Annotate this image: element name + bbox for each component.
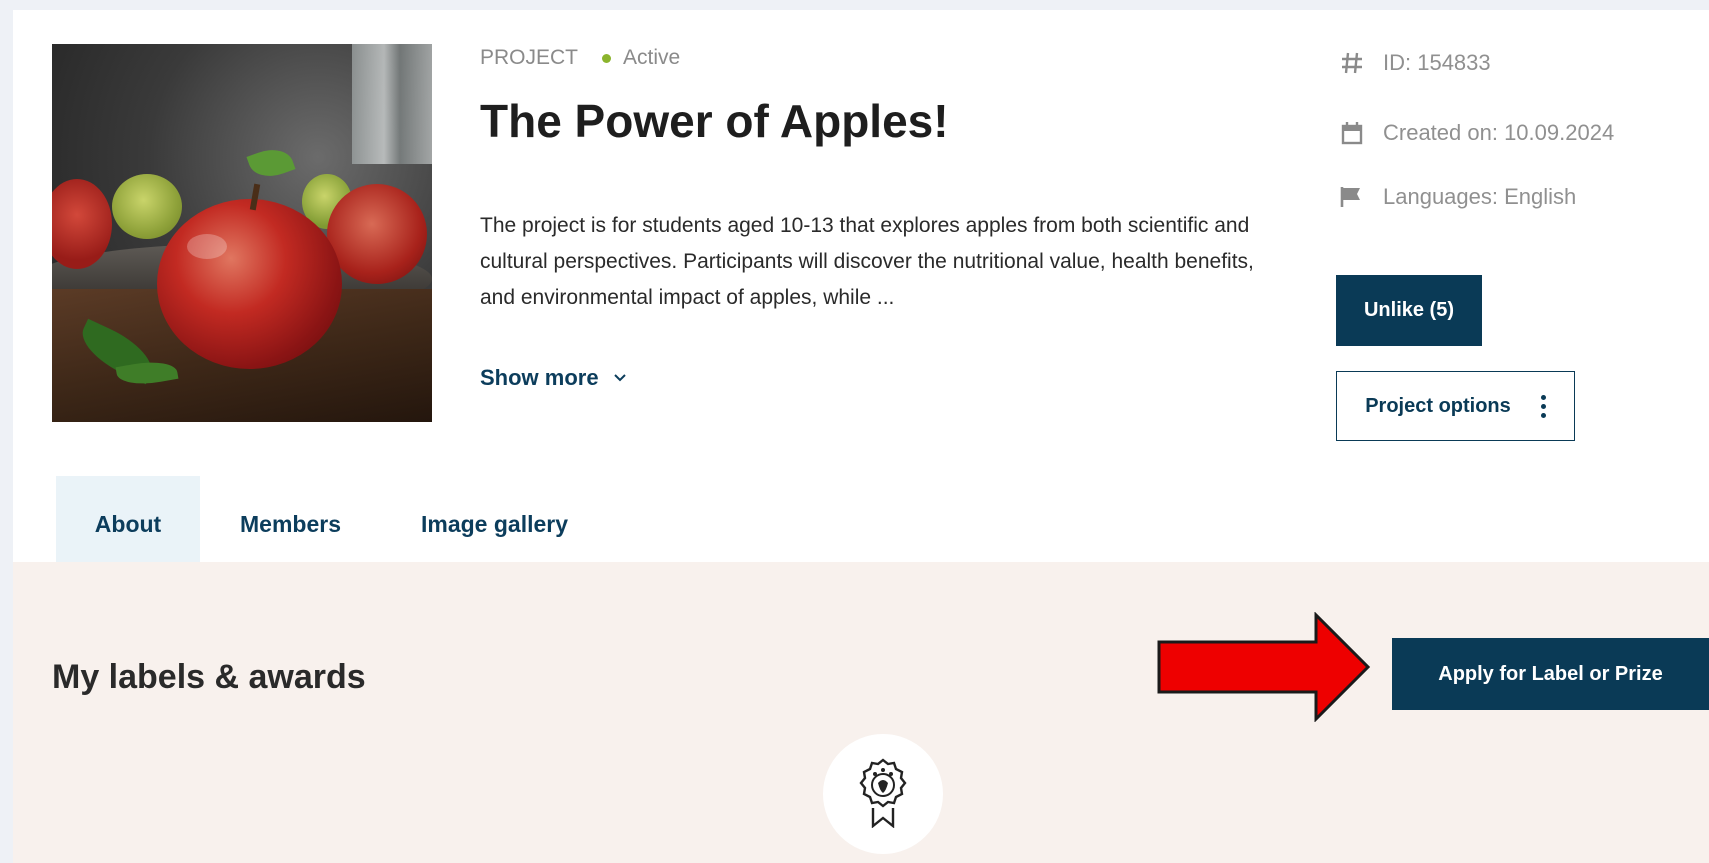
- project-meta: PROJECT Active: [480, 46, 680, 70]
- show-more-label: Show more: [480, 365, 599, 390]
- status-badge: Active: [623, 46, 681, 69]
- project-type-label: PROJECT: [480, 46, 579, 69]
- unlike-button[interactable]: Unlike (5): [1336, 275, 1482, 346]
- tab-bar: About Members Image gallery: [56, 476, 608, 572]
- award-icon: [855, 756, 911, 833]
- show-more-button[interactable]: Show more: [480, 365, 627, 391]
- awards-title: My labels & awards: [52, 658, 366, 696]
- project-image: [52, 44, 432, 422]
- languages: Languages: English: [1339, 184, 1576, 210]
- languages-text: Languages: English: [1383, 184, 1577, 209]
- project-id: ID: 154833: [1339, 50, 1491, 76]
- project-options-button[interactable]: Project options: [1336, 371, 1575, 441]
- award-badge: [823, 734, 943, 854]
- project-card: PROJECT Active The Power of Apples! The …: [13, 10, 1709, 863]
- tab-members[interactable]: Members: [200, 476, 381, 572]
- page-title: The Power of Apples!: [480, 95, 949, 147]
- tab-about[interactable]: About: [56, 476, 200, 572]
- status-dot-icon: [602, 53, 612, 63]
- project-id-text: ID: 154833: [1383, 50, 1491, 75]
- tab-image-gallery[interactable]: Image gallery: [381, 476, 608, 572]
- apply-label-prize-button[interactable]: Apply for Label or Prize: [1392, 638, 1709, 710]
- created-date: Created on: 10.09.2024: [1339, 120, 1614, 146]
- chevron-down-icon: [613, 370, 627, 386]
- kebab-icon: [1540, 394, 1546, 418]
- calendar-icon: [1339, 121, 1365, 145]
- project-description: The project is for students aged 10-13 t…: [480, 214, 1254, 309]
- created-date-text: Created on: 10.09.2024: [1383, 120, 1615, 145]
- hash-icon: [1339, 51, 1365, 75]
- arrow-pointer-icon: [1157, 612, 1371, 722]
- project-options-label: Project options: [1365, 394, 1511, 417]
- awards-section: My labels & awards Apply for Label or Pr…: [13, 562, 1709, 863]
- flag-icon: [1339, 186, 1365, 208]
